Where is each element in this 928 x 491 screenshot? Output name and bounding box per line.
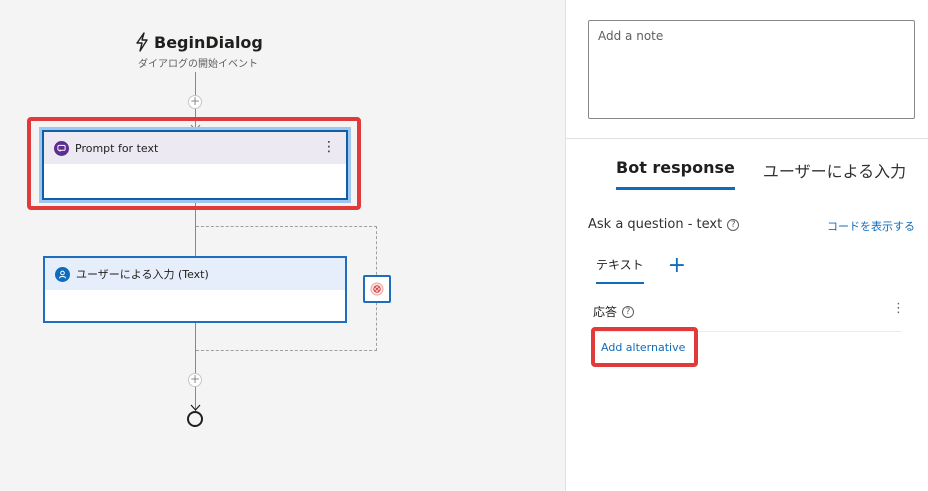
tab-bot-response[interactable]: Bot response bbox=[616, 158, 735, 190]
add-alternative-link[interactable]: Add alternative bbox=[601, 341, 685, 354]
dashed-branch-top bbox=[196, 226, 377, 227]
more-options-icon[interactable]: ⋮ bbox=[322, 140, 336, 154]
show-code-link[interactable]: コードを表示する bbox=[827, 218, 915, 234]
help-icon[interactable]: ? bbox=[727, 218, 740, 231]
add-node-button[interactable]: + bbox=[188, 95, 202, 109]
panel-separator bbox=[566, 138, 928, 139]
trigger-begin-dialog[interactable]: BeginDialog ダイアログの開始イベント bbox=[134, 30, 264, 70]
branch-condition-button[interactable] bbox=[363, 275, 391, 303]
flow-canvas: BeginDialog ダイアログの開始イベント + + Prompt for … bbox=[0, 0, 566, 491]
subtab-text[interactable]: テキスト bbox=[596, 256, 644, 284]
person-icon bbox=[55, 266, 70, 282]
response-label: 応答 ? bbox=[593, 303, 635, 320]
cancel-circle-icon bbox=[370, 282, 384, 296]
trigger-subtitle: ダイアログの開始イベント bbox=[138, 59, 258, 70]
end-node-icon bbox=[187, 411, 203, 427]
lightning-icon bbox=[136, 32, 148, 52]
properties-panel: Bot response ユーザーによる入力 その Ask a question… bbox=[566, 0, 928, 491]
language-tabs: テキスト + bbox=[596, 254, 686, 284]
node-user-input[interactable]: ユーザーによる入力 (Text) bbox=[43, 256, 347, 323]
response-label-text: 応答 bbox=[593, 305, 618, 319]
note-input[interactable] bbox=[588, 20, 915, 119]
node-header: ユーザーによる入力 (Text) bbox=[45, 258, 345, 290]
tab-user-input[interactable]: ユーザーによる入力 bbox=[763, 158, 906, 188]
section-title-text: Ask a question - text bbox=[588, 217, 723, 232]
connector-line bbox=[195, 323, 196, 413]
node-prompt-for-text[interactable]: Prompt for text ⋮ bbox=[42, 130, 348, 200]
dashed-branch-bottom bbox=[196, 350, 377, 351]
section-title: Ask a question - text ? bbox=[588, 217, 740, 232]
more-options-icon[interactable]: ⋮ bbox=[892, 301, 905, 316]
node-title: Prompt for text bbox=[75, 141, 159, 155]
help-icon[interactable]: ? bbox=[622, 305, 635, 318]
add-node-button[interactable]: + bbox=[188, 373, 202, 387]
add-language-button[interactable]: + bbox=[668, 254, 686, 276]
arrow-down-icon bbox=[190, 404, 201, 411]
panel-tabs: Bot response ユーザーによる入力 その bbox=[616, 158, 928, 190]
chat-bubble-icon bbox=[54, 140, 69, 156]
node-header: Prompt for text bbox=[44, 132, 346, 164]
trigger-title-text: BeginDialog bbox=[154, 32, 263, 52]
node-title: ユーザーによる入力 (Text) bbox=[76, 268, 209, 281]
trigger-title: BeginDialog bbox=[134, 30, 264, 54]
